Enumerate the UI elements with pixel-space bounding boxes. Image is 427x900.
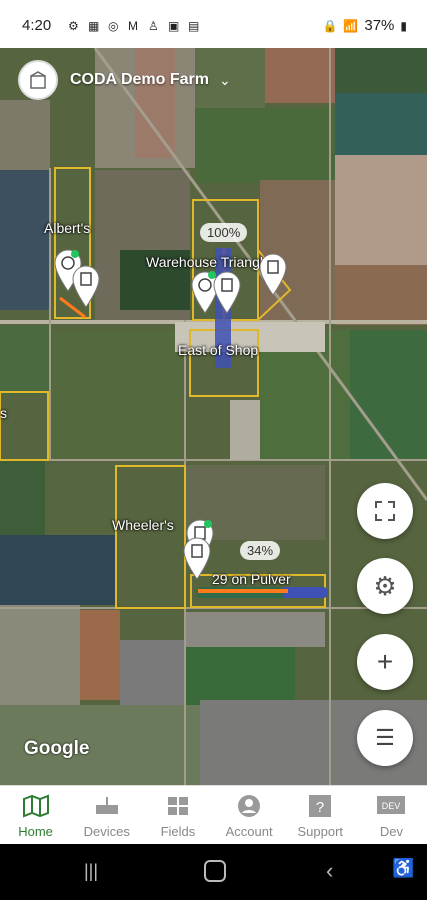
target-status-icon: ◎: [108, 19, 119, 33]
farm-name[interactable]: CODA Demo Farm: [70, 71, 209, 89]
device-pin-cluster-alberts[interactable]: [53, 248, 103, 318]
battery-icon: ▮: [400, 18, 407, 33]
settings-button[interactable]: ⚙: [357, 558, 413, 614]
image-status-icon: ▣: [168, 19, 180, 33]
back-icon[interactable]: ‹: [326, 858, 333, 884]
farm-building-icon: [30, 71, 46, 89]
bottom-nav: Home Devices Fields Account ? Support DE…: [0, 785, 427, 845]
battery-percent: 37%: [364, 17, 395, 34]
accessibility-icon[interactable]: ♿: [392, 858, 414, 879]
farm-selector[interactable]: CODA Demo Farm ⌄: [18, 60, 231, 100]
lock-status-icon: 🔒: [322, 18, 338, 33]
nav-dev-label: Dev: [379, 824, 403, 839]
dev-icon: DEV: [377, 796, 406, 814]
status-bar: 4:20 ⚙ ▦ ◎ M ♙ ▣ ▤ 🔒 📶 37% ▮: [0, 0, 427, 48]
device-pin-warehouse-east[interactable]: [258, 252, 288, 300]
field-label-partial[interactable]: s: [0, 405, 7, 421]
field-label-east-of-shop[interactable]: East of Shop: [178, 342, 258, 358]
nav-dev[interactable]: DEV Dev: [356, 786, 427, 845]
device-pin-cluster-wheelers[interactable]: [182, 518, 222, 588]
nav-fields[interactable]: Fields: [142, 786, 213, 845]
hamburger-icon: ☰: [375, 725, 395, 750]
nav-home-label: Home: [18, 824, 53, 839]
field-label-warehouse[interactable]: Warehouse Triangle: [146, 254, 271, 270]
gmail-status-icon: M: [128, 19, 138, 33]
account-icon: [238, 795, 261, 817]
nav-fields-label: Fields: [160, 824, 196, 839]
field-label-pulver[interactable]: 29 on Pulver: [212, 571, 291, 587]
pulver-progress-fill: [283, 587, 328, 598]
farm-avatar[interactable]: [18, 60, 58, 100]
menu-button[interactable]: ☰: [357, 710, 413, 766]
svg-text:?: ?: [316, 799, 324, 816]
google-attribution: Google: [24, 738, 90, 759]
warehouse-progress-label: 100%: [200, 223, 248, 242]
home-circle-icon[interactable]: [204, 860, 226, 882]
nav-account-label: Account: [225, 824, 273, 839]
nav-devices[interactable]: Devices: [71, 786, 142, 845]
grid-icon: [167, 797, 188, 815]
nav-home[interactable]: Home: [0, 786, 71, 845]
pulver-progress-label: 34%: [240, 541, 281, 560]
calendar-status-icon: ▦: [88, 19, 100, 33]
expand-icon: [375, 501, 395, 521]
svg-text:DEV: DEV: [382, 801, 401, 811]
help-icon: ?: [309, 795, 332, 817]
settings-status-icon: ⚙: [68, 19, 79, 33]
field-label-wheelers[interactable]: Wheeler's: [112, 517, 174, 533]
chevron-down-icon[interactable]: ⌄: [219, 72, 231, 89]
pulver-pivot-line: [198, 589, 288, 593]
field-label-alberts[interactable]: Albert's: [44, 220, 90, 236]
nav-support-label: Support: [297, 824, 344, 839]
recent-apps-icon[interactable]: |||: [84, 861, 98, 882]
nav-devices-label: Devices: [83, 824, 130, 839]
file-status-icon: ▤: [188, 19, 200, 33]
status-time: 4:20: [22, 17, 52, 34]
nav-account[interactable]: Account: [214, 786, 285, 845]
gear-icon: ⚙: [373, 570, 397, 601]
router-icon: [95, 797, 118, 814]
system-nav-bar: ||| ‹ ♿: [0, 844, 427, 900]
plus-icon: +: [376, 646, 394, 677]
wifi-status-icon: 📶: [343, 18, 359, 33]
device-pin-cluster-warehouse[interactable]: [190, 270, 245, 340]
add-button[interactable]: +: [357, 634, 413, 690]
person-status-icon: ♙: [148, 19, 159, 33]
fullscreen-button[interactable]: [357, 483, 413, 539]
map-icon: [22, 794, 49, 818]
nav-support[interactable]: ? Support: [285, 786, 356, 845]
